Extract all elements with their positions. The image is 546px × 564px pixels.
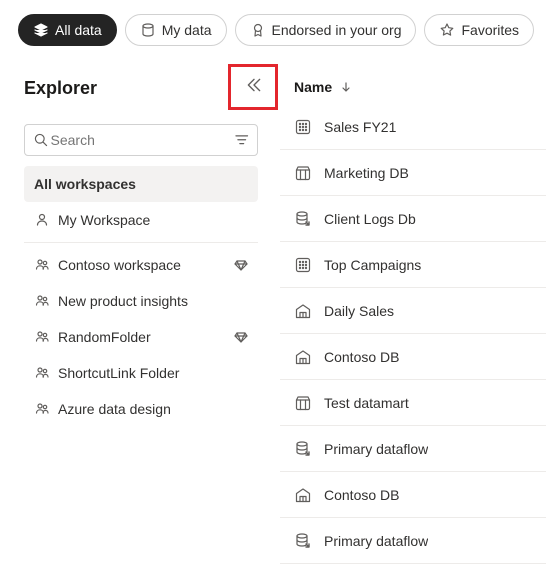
datamart-icon <box>294 164 312 182</box>
data-list-panel: Name Sales FY21 Marketing DB Client Logs D… <box>280 56 546 560</box>
data-row-label: Marketing DB <box>324 165 409 181</box>
data-row[interactable]: Test datamart <box>280 380 546 426</box>
dataflow-icon <box>294 440 312 458</box>
workspace-item[interactable]: Contoso workspace <box>24 247 258 283</box>
data-row[interactable]: Contoso DB <box>280 472 546 518</box>
data-row[interactable]: Sales FY21 <box>280 104 546 150</box>
data-row[interactable]: Primary dataflow <box>280 518 546 564</box>
cylinder-icon <box>140 22 156 38</box>
group-icon <box>34 293 50 309</box>
explorer-panel: Explorer All workspaces My Workspace Cont… <box>0 56 280 560</box>
sort-down-icon <box>340 81 352 93</box>
star-icon <box>439 22 455 38</box>
data-row-label: Test datamart <box>324 395 409 411</box>
workspace-item[interactable]: My Workspace <box>24 202 258 238</box>
data-row-label: Primary dataflow <box>324 441 428 457</box>
data-row-label: Client Logs Db <box>324 211 416 227</box>
warehouse-icon <box>294 486 312 504</box>
warehouse-icon <box>294 348 312 366</box>
group-icon <box>34 401 50 417</box>
workspace-item[interactable]: New product insights <box>24 283 258 319</box>
data-row-label: Contoso DB <box>324 349 399 365</box>
dataflow-icon <box>294 210 312 228</box>
all-workspaces-item[interactable]: All workspaces <box>24 166 258 202</box>
pill-label: All data <box>55 22 102 38</box>
explorer-title: Explorer <box>24 74 97 99</box>
workspace-list: All workspaces My Workspace Contoso works… <box>24 166 258 427</box>
filter-favorites[interactable]: Favorites <box>424 14 534 46</box>
pill-label: Favorites <box>461 22 519 38</box>
data-row-label: Contoso DB <box>324 487 399 503</box>
data-row-label: Top Campaigns <box>324 257 421 273</box>
workspace-label: ShortcutLink Folder <box>58 365 248 381</box>
dataset-icon <box>294 256 312 274</box>
filter-bar: All data My data Endorsed in your org Fa… <box>0 0 546 56</box>
dataflow-icon <box>294 532 312 550</box>
datamart-icon <box>294 394 312 412</box>
workspace-item[interactable]: Azure data design <box>24 391 258 427</box>
data-row[interactable]: Top Campaigns <box>280 242 546 288</box>
search-icon <box>33 132 49 148</box>
data-row[interactable]: Primary dataflow <box>280 426 546 472</box>
search-input-wrapper[interactable] <box>24 124 258 156</box>
group-icon <box>34 365 50 381</box>
data-row[interactable]: Contoso DB <box>280 334 546 380</box>
data-row[interactable]: Marketing DB <box>280 150 546 196</box>
data-row-label: Daily Sales <box>324 303 394 319</box>
group-icon <box>34 257 50 273</box>
ribbon-icon <box>250 22 266 38</box>
column-header-name[interactable]: Name <box>280 70 546 104</box>
workspace-label: My Workspace <box>58 212 248 228</box>
diamond-icon <box>234 258 248 272</box>
collapse-explorer-button[interactable] <box>238 70 270 102</box>
group-icon <box>34 329 50 345</box>
dataset-icon <box>294 118 312 136</box>
workspace-item[interactable]: RandomFolder <box>24 319 258 355</box>
filter-icon[interactable] <box>234 132 250 148</box>
pill-label: My data <box>162 22 212 38</box>
filter-my-data[interactable]: My data <box>125 14 227 46</box>
search-input[interactable] <box>49 131 234 149</box>
person-icon <box>34 212 50 228</box>
stack-icon <box>33 22 49 38</box>
filter-all-data[interactable]: All data <box>18 14 117 46</box>
diamond-icon <box>234 330 248 344</box>
data-row[interactable]: Client Logs Db <box>280 196 546 242</box>
workspace-item[interactable]: ShortcutLink Folder <box>24 355 258 391</box>
chevron-double-left-icon <box>245 76 263 97</box>
pill-label: Endorsed in your org <box>272 22 402 38</box>
data-row-label: Primary dataflow <box>324 533 428 549</box>
column-label: Name <box>294 79 332 95</box>
filter-endorsed[interactable]: Endorsed in your org <box>235 14 417 46</box>
workspace-label: Azure data design <box>58 401 248 417</box>
warehouse-icon <box>294 302 312 320</box>
workspace-label: New product insights <box>58 293 248 309</box>
data-row[interactable]: Daily Sales <box>280 288 546 334</box>
workspace-label: RandomFolder <box>58 329 226 345</box>
workspace-label: Contoso workspace <box>58 257 226 273</box>
data-row-label: Sales FY21 <box>324 119 396 135</box>
